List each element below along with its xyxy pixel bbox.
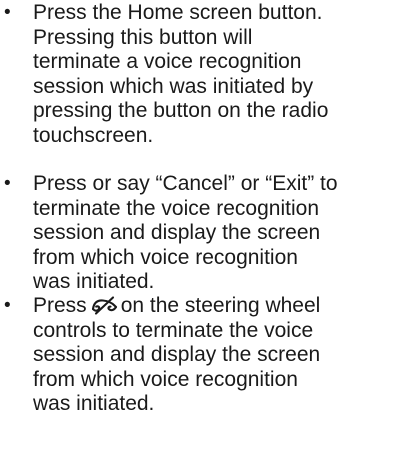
bullet-text-line: terminate a voice recognition — [33, 50, 302, 73]
bullet-text-line: Press the Home screen button. — [33, 1, 323, 24]
bullet-marker: • — [4, 295, 11, 316]
bullet-text-line: Press or say “Cancel” or “Exit” to — [33, 172, 338, 195]
bullet-marker: • — [4, 173, 11, 194]
bullet-text-line: from which voice recognition — [33, 367, 298, 391]
bullet-text-fragment: Press — [33, 294, 87, 317]
bullet-text-line: pressing the button on the radio — [33, 99, 329, 122]
bullet-text-line: session and display the screen — [33, 343, 321, 366]
bullet-text-line: was initiated. — [33, 392, 155, 415]
bullet-text-line: was initiated. — [33, 270, 155, 293]
bullet-text-line: terminate the voice recognition — [33, 196, 319, 220]
bullet-text-line: touchscreen. — [33, 123, 154, 147]
bullet-text-line: session and display the screen — [33, 221, 321, 244]
bullet-marker: • — [4, 2, 11, 23]
bullet-text-line: from which voice recognition — [33, 245, 298, 269]
bullet-text-fragment: on the steering wheel — [120, 294, 321, 317]
bullet-text-line: session which was initiated by — [33, 74, 314, 98]
instruction-document: • Press the Home screen button. Pressing… — [0, 0, 399, 454]
bullet-text-line: controls to terminate the voice — [33, 318, 314, 342]
end-voice-session-icon — [91, 296, 117, 315]
bullet-text-line: Pressing this button will — [33, 25, 253, 49]
bullet-text-line-with-icon: Press on the steering wheel — [33, 294, 320, 319]
